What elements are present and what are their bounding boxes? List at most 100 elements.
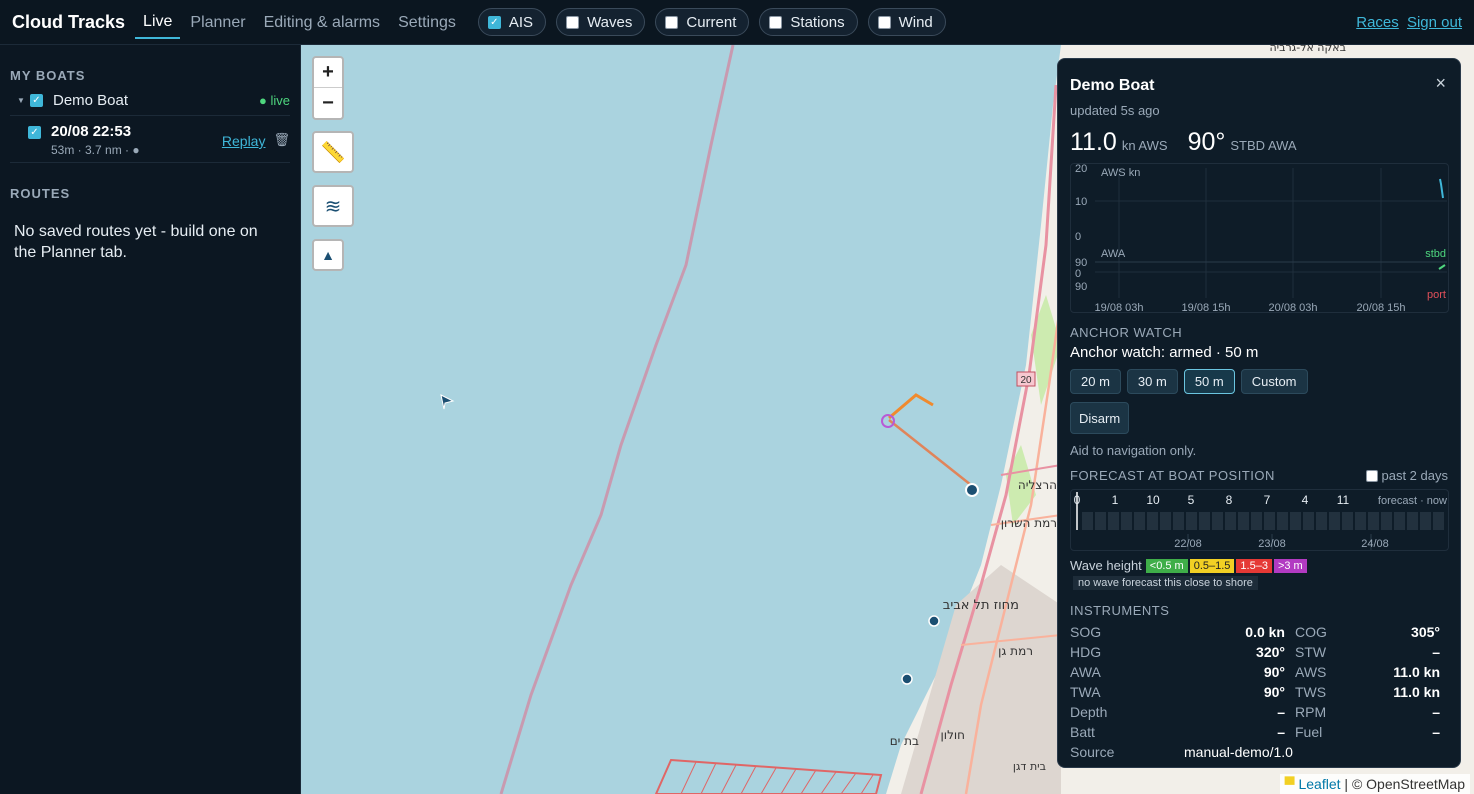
forecast-cell xyxy=(1303,512,1314,530)
layer-label: Wind xyxy=(898,13,933,31)
forecast-value: 10 xyxy=(1146,493,1160,507)
source-value: manual-demo/1.0 xyxy=(1184,744,1293,760)
restricted-zone xyxy=(654,758,883,794)
caret-down-icon[interactable]: ▼ xyxy=(12,96,30,105)
forecast-now-label: forecast · now xyxy=(1378,495,1447,507)
maritime-boundary xyxy=(499,45,735,794)
instrument-label: Fuel xyxy=(1295,724,1323,740)
boat-row[interactable]: ▼ ✓ Demo Boat ● live xyxy=(10,90,290,116)
shore-note: no wave forecast this close to shore xyxy=(1073,576,1258,590)
navigation-disclaimer: Aid to navigation only. xyxy=(1070,443,1197,458)
flag-icon: ▀ xyxy=(1284,776,1295,792)
forecast-cell xyxy=(1290,512,1301,530)
instrument-label: Depth xyxy=(1070,704,1108,720)
track-subtitle: 53m · 3.7 nm · ● xyxy=(51,143,140,157)
layer-toggle-wind[interactable]: Wind xyxy=(867,8,946,36)
forecast-cell xyxy=(1238,512,1249,530)
boat-checkbox[interactable]: ✓ xyxy=(30,94,43,107)
source-label: Source xyxy=(1070,744,1115,760)
zoom-in-button[interactable]: + xyxy=(314,58,342,88)
source-row: Source manual-demo/1.0 xyxy=(1070,744,1448,760)
ais-checkbox[interactable]: ✓ xyxy=(487,15,501,29)
trash-icon[interactable]: 🗑 xyxy=(273,132,290,148)
zoom-out-button[interactable]: − xyxy=(314,88,342,118)
track-title: 20/08 22:53 xyxy=(51,123,132,140)
y-tick-label: 0 xyxy=(1075,231,1081,243)
instrument-label: STW xyxy=(1295,644,1327,660)
radius-custom-button[interactable]: Custom xyxy=(1240,369,1308,394)
boat-info-panel: Demo Boat × updated 5s ago 11.0 kn AWS 9… xyxy=(1057,58,1461,768)
forecast-cell xyxy=(1277,512,1288,530)
ais-vessel-arrow-icon[interactable] xyxy=(440,394,455,410)
sign-out-link[interactable]: Sign out xyxy=(1407,14,1462,31)
forecast-cell xyxy=(1264,512,1275,530)
forecast-header: FORECAST AT BOAT POSITION past 2 days xyxy=(1070,468,1448,483)
anchor-watch-heading: ANCHOR WATCH xyxy=(1070,325,1183,340)
tab-live[interactable]: Live xyxy=(135,5,181,39)
track-info: 20/08 22:53 53m · 3.7 nm · ● xyxy=(51,123,140,157)
wave-legend-item: >3 m xyxy=(1273,558,1307,573)
disarm-button[interactable]: Disarm xyxy=(1070,402,1130,434)
aws-series-line xyxy=(1439,178,1444,199)
locate-button[interactable]: ▲ xyxy=(312,239,344,271)
stations-checkbox[interactable] xyxy=(769,15,783,29)
instruments-grid: SOG 0.0 kn COG 305° HDG 320° STW – AWA 9… xyxy=(1070,624,1448,740)
ais-target-icon[interactable] xyxy=(901,673,913,685)
forecast-date: 23/08 xyxy=(1258,538,1286,550)
sidebar: MY BOATS ▼ ✓ Demo Boat ● live ✓ 20/08 22… xyxy=(0,45,301,794)
instrument-label: TWS xyxy=(1295,684,1327,700)
forecast-value: 5 xyxy=(1188,493,1195,507)
layer-label: Waves xyxy=(587,13,633,31)
forecast-cell xyxy=(1433,512,1444,530)
wave-height-legend: Wave height <0.5 m 0.5–1.5 1.5–3 >3 m xyxy=(1070,558,1448,573)
radius-30m-button[interactable]: 30 m xyxy=(1126,369,1178,394)
y-tick-label: 10 xyxy=(1075,196,1087,208)
close-icon[interactable]: × xyxy=(1435,73,1446,94)
forecast-value: 8 xyxy=(1226,493,1233,507)
forecast-cell xyxy=(1342,512,1353,530)
instrument-value: 0.0 kn xyxy=(1245,624,1285,640)
wind-checkbox[interactable] xyxy=(877,15,891,29)
anchor-watch-state: Anchor watch: armed · 50 m xyxy=(1070,344,1259,361)
layer-toggle-waves[interactable]: Waves xyxy=(556,8,646,36)
past-2-days-toggle[interactable]: past 2 days xyxy=(1365,468,1448,483)
layer-toggle-stations[interactable]: Stations xyxy=(759,8,858,36)
top-links: Races Sign out xyxy=(1352,14,1462,31)
map-place-label: חולון xyxy=(941,728,965,742)
layer-toggle-ais[interactable]: ✓ AIS xyxy=(477,8,547,36)
anchor-radius-options: 20 m 30 m 50 m Custom xyxy=(1070,369,1448,394)
waves-checkbox[interactable] xyxy=(566,15,580,29)
instrument-value: 11.0 kn xyxy=(1393,664,1440,680)
layer-toggle-current[interactable]: Current xyxy=(655,8,750,36)
track-row[interactable]: ✓ 20/08 22:53 53m · 3.7 nm · ● Replay 🗑 xyxy=(10,116,290,163)
tab-settings[interactable]: Settings xyxy=(390,6,464,38)
tab-planner[interactable]: Planner xyxy=(182,6,253,38)
x-tick-label: 20/08 15h xyxy=(1357,302,1406,314)
races-link[interactable]: Races xyxy=(1356,14,1399,31)
tab-editing-alarms[interactable]: Editing & alarms xyxy=(256,6,389,38)
ruler-button[interactable]: 📏 xyxy=(312,131,354,173)
instrument-value: 305° xyxy=(1411,624,1440,640)
forecast-cell xyxy=(1186,512,1197,530)
track-checkbox[interactable]: ✓ xyxy=(28,126,41,139)
map-place-label: באקה אל-גרביה xyxy=(1269,45,1346,54)
replay-link[interactable]: Replay xyxy=(222,133,266,149)
current-checkbox[interactable] xyxy=(665,15,679,29)
track-line xyxy=(888,393,934,420)
radius-20m-button[interactable]: 20 m xyxy=(1070,369,1121,394)
panel-title: Demo Boat xyxy=(1070,77,1155,94)
forecast-value: 11 xyxy=(1337,493,1350,507)
boat-position-icon[interactable] xyxy=(965,483,979,497)
ais-target-icon[interactable] xyxy=(928,615,940,627)
wave-legend-item: 1.5–3 xyxy=(1236,558,1272,573)
past-2-days-checkbox[interactable] xyxy=(1365,469,1378,482)
leaflet-link[interactable]: Leaflet xyxy=(1298,776,1340,792)
wave-legend-label: Wave height xyxy=(1070,558,1142,573)
radius-50m-button[interactable]: 50 m xyxy=(1183,369,1235,394)
layer-label: AIS xyxy=(508,13,534,31)
forecast-cell xyxy=(1160,512,1171,530)
waves-button[interactable]: ≋ xyxy=(312,185,354,227)
forecast-strip[interactable]: 0 1 10 5 8 7 4 11 forecast · now 22/08 2… xyxy=(1070,489,1449,551)
x-tick-label: 20/08 03h xyxy=(1269,302,1318,314)
forecast-value: 0 xyxy=(1074,493,1081,507)
